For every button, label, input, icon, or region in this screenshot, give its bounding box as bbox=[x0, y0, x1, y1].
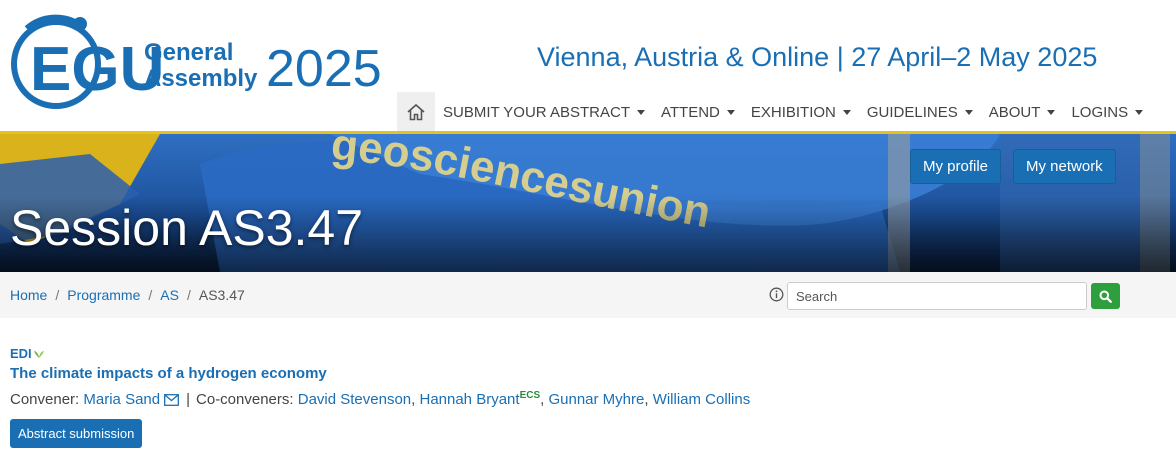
breadcrumb-programme[interactable]: Programme bbox=[67, 287, 140, 303]
envelope-icon[interactable] bbox=[164, 393, 180, 410]
caret-down-icon bbox=[726, 109, 735, 115]
nav-exhibition[interactable]: EXHIBITION bbox=[743, 92, 859, 132]
caret-down-icon bbox=[964, 109, 973, 115]
abstract-submission-button[interactable]: Abstract submission bbox=[10, 419, 143, 448]
page-title: Session AS3.47 bbox=[10, 200, 364, 256]
search-icon bbox=[1099, 290, 1112, 303]
main-nav: SUBMIT YOUR ABSTRACT ATTEND EXHIBITION G… bbox=[397, 92, 1151, 132]
coconvener-link[interactable]: Hannah Bryant bbox=[419, 391, 519, 408]
breadcrumb-current: AS3.47 bbox=[198, 287, 245, 303]
separator-bar: | bbox=[186, 391, 191, 408]
breadcrumb-separator: / bbox=[148, 287, 153, 303]
comma: , bbox=[540, 391, 545, 408]
nav-submit-abstract[interactable]: SUBMIT YOUR ABSTRACT bbox=[435, 92, 653, 132]
nav-guidelines[interactable]: GUIDELINES bbox=[859, 92, 981, 132]
my-profile-button[interactable]: My profile bbox=[910, 149, 1002, 184]
nav-logins[interactable]: LOGINS bbox=[1063, 92, 1151, 132]
info-icon[interactable] bbox=[769, 287, 784, 307]
logo-line1: General bbox=[144, 39, 233, 66]
my-network-button[interactable]: My network bbox=[1013, 149, 1116, 184]
coconvener-link[interactable]: David Stevenson bbox=[298, 391, 411, 408]
search-input[interactable] bbox=[787, 282, 1087, 310]
coconvener-link[interactable]: William Collins bbox=[653, 391, 751, 408]
convener-link[interactable]: Maria Sand bbox=[83, 391, 160, 408]
logo-year: 2025 bbox=[266, 40, 382, 98]
egu-logo[interactable]: EGU General Assembly 2025 bbox=[8, 12, 398, 112]
breadcrumb: Home / Programme / AS / AS3.47 bbox=[10, 287, 245, 303]
edi-tag: EDI bbox=[10, 346, 45, 361]
comma: , bbox=[411, 391, 416, 408]
ecs-badge: ECS bbox=[519, 390, 541, 401]
home-icon[interactable] bbox=[397, 92, 435, 132]
logo-line2: Assembly bbox=[144, 65, 258, 92]
session-title: The climate impacts of a hydrogen econom… bbox=[10, 365, 327, 382]
breadcrumb-as[interactable]: AS bbox=[160, 287, 179, 303]
caret-down-icon bbox=[1047, 109, 1056, 115]
coconveners-label: Co-conveners: bbox=[196, 391, 294, 408]
nav-about[interactable]: ABOUT bbox=[981, 92, 1064, 132]
edi-leaf-icon bbox=[33, 350, 44, 358]
coconvener-link[interactable]: Gunnar Myhre bbox=[548, 391, 644, 408]
breadcrumb-separator: / bbox=[186, 287, 191, 303]
site-header: EGU General Assembly 2025 Vienna, Austri… bbox=[0, 0, 1176, 132]
breadcrumb-separator: / bbox=[55, 287, 60, 303]
convener-label: Convener: bbox=[10, 391, 80, 408]
caret-down-icon bbox=[636, 109, 645, 115]
conveners-line: Convener: Maria Sand | Co-conveners: Dav… bbox=[10, 390, 751, 410]
caret-down-icon bbox=[1135, 109, 1144, 115]
breadcrumb-home[interactable]: Home bbox=[10, 287, 47, 303]
nav-attend[interactable]: ATTEND bbox=[653, 92, 743, 132]
caret-down-icon bbox=[842, 109, 851, 115]
event-venue-dates: Vienna, Austria & Online | 27 April–2 Ma… bbox=[537, 42, 1098, 72]
comma: , bbox=[644, 391, 649, 408]
search-button[interactable] bbox=[1091, 283, 1120, 309]
